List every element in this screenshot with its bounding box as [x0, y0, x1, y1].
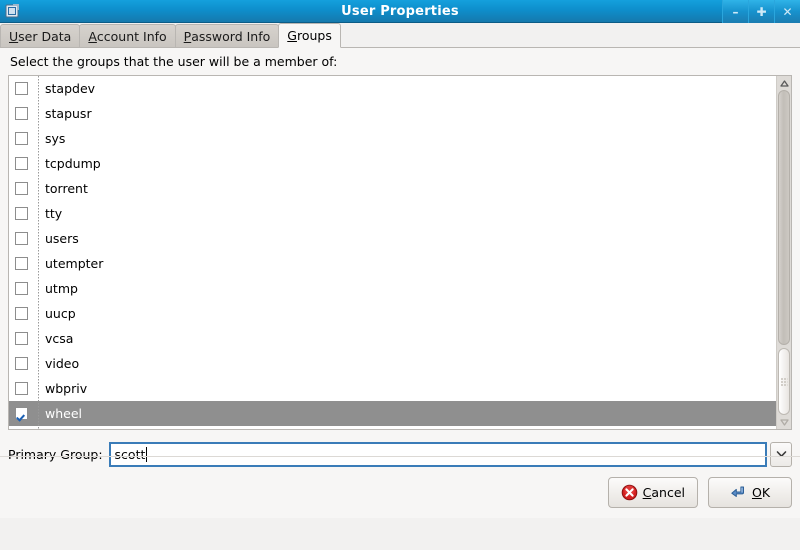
- close-glyph: ✕: [782, 4, 793, 19]
- groups-tab-panel: Select the groups that the user will be …: [0, 48, 800, 518]
- close-button[interactable]: ✕: [774, 0, 800, 23]
- maximize-glyph: ✚: [756, 4, 767, 19]
- ok-label: OK: [752, 485, 770, 500]
- group-row[interactable]: stapdev: [9, 76, 776, 101]
- group-checkbox[interactable]: [15, 232, 28, 245]
- tab-user-data-accel: U: [9, 28, 19, 44]
- maximize-button[interactable]: ✚: [748, 0, 774, 23]
- group-row[interactable]: utmp: [9, 276, 776, 301]
- tab-groups[interactable]: Groups: [278, 23, 341, 48]
- group-checkbox[interactable]: [15, 82, 28, 95]
- scroll-down-arrow-icon[interactable]: [777, 415, 791, 429]
- window-app-icon: [4, 2, 22, 20]
- cancel-label: Cancel: [643, 485, 685, 500]
- primary-group-combo[interactable]: scott: [108, 441, 792, 467]
- tab-account-info-accel: A: [88, 28, 97, 44]
- group-row[interactable]: wbpriv: [9, 376, 776, 401]
- tab-account-info[interactable]: Account Info: [79, 24, 176, 48]
- group-checkbox[interactable]: [15, 182, 28, 195]
- group-name-label: stapusr: [45, 106, 92, 121]
- groups-list-scrollbar[interactable]: [776, 76, 791, 429]
- window-controls: – ✚ ✕: [722, 0, 800, 23]
- user-properties-window: User Properties – ✚ ✕ User Data Account …: [0, 0, 800, 550]
- group-name-label: utempter: [45, 256, 104, 271]
- group-checkbox[interactable]: [15, 157, 28, 170]
- tab-bar: User Data Account Info Password Info Gro…: [0, 23, 800, 48]
- primary-group-label: Primary Group:: [8, 446, 103, 462]
- tab-password-info-accel: P: [183, 28, 192, 44]
- primary-group-input[interactable]: scott: [108, 441, 767, 467]
- cancel-rest: ancel: [651, 485, 685, 500]
- groups-prompt: Select the groups that the user will be …: [10, 54, 338, 69]
- group-row[interactable]: users: [9, 226, 776, 251]
- tab-password-info[interactable]: Password Info: [174, 24, 280, 48]
- group-name-label: tty: [45, 206, 63, 221]
- group-checkbox[interactable]: [15, 107, 28, 120]
- tab-groups-label: roups: [296, 28, 332, 43]
- column-separator: [38, 76, 39, 429]
- ok-accel: O: [751, 485, 762, 500]
- text-cursor: [146, 446, 148, 462]
- group-row[interactable]: sys: [9, 126, 776, 151]
- chevron-down-icon[interactable]: [770, 441, 792, 467]
- group-row[interactable]: vcsa: [9, 326, 776, 351]
- group-row[interactable]: stapusr: [9, 101, 776, 126]
- cancel-button[interactable]: Cancel: [607, 477, 698, 508]
- scrollbar-thumb[interactable]: [778, 348, 790, 415]
- group-checkbox[interactable]: [15, 407, 28, 420]
- group-checkbox[interactable]: [15, 357, 28, 370]
- cancel-icon: [621, 484, 638, 501]
- group-name-label: uucp: [45, 306, 76, 321]
- groups-list-container: stapdev stapusr sys tcpdump torrent tty users u…: [8, 75, 792, 430]
- group-checkbox[interactable]: [15, 382, 28, 395]
- tab-user-data[interactable]: User Data: [0, 24, 81, 48]
- action-separator: [0, 456, 800, 457]
- group-checkbox[interactable]: [15, 132, 28, 145]
- group-name-label: torrent: [45, 181, 88, 196]
- scrollbar-grip: [780, 377, 788, 386]
- group-name-label: sys: [45, 131, 66, 146]
- groups-list[interactable]: stapdev stapusr sys tcpdump torrent tty users u…: [9, 76, 776, 429]
- minimize-button[interactable]: –: [722, 0, 748, 23]
- ok-button[interactable]: OK: [708, 477, 792, 508]
- group-name-label: vcsa: [45, 331, 74, 346]
- group-checkbox[interactable]: [15, 332, 28, 345]
- group-checkbox[interactable]: [15, 282, 28, 295]
- tab-password-info-label: assword Info: [191, 28, 271, 44]
- group-name-label: stapdev: [45, 81, 96, 96]
- group-name-label: video: [45, 356, 80, 371]
- group-name-label: wbpriv: [45, 381, 88, 396]
- minimize-glyph: –: [732, 4, 739, 19]
- scrollbar-thumb-upper[interactable]: [778, 90, 790, 345]
- group-name-label: wheel: [45, 406, 82, 421]
- group-checkbox[interactable]: [15, 207, 28, 220]
- title-bar: User Properties – ✚ ✕: [0, 0, 800, 23]
- ok-rest: K: [761, 485, 771, 500]
- primary-group-value: scott: [114, 446, 146, 462]
- scrollbar-track[interactable]: [777, 90, 791, 415]
- group-row[interactable]: video: [9, 351, 776, 376]
- group-name-label: tcpdump: [45, 156, 101, 171]
- primary-group-row: Primary Group: scott: [8, 439, 792, 469]
- window-title: User Properties: [341, 3, 459, 19]
- group-row[interactable]: uucp: [9, 301, 776, 326]
- group-row[interactable]: wheel: [9, 401, 776, 426]
- tab-account-info-label: ccount Info: [96, 28, 167, 44]
- group-row[interactable]: tcpdump: [9, 151, 776, 176]
- group-checkbox[interactable]: [15, 257, 28, 270]
- enter-key-icon: [730, 484, 747, 501]
- group-checkbox[interactable]: [15, 307, 28, 320]
- group-row[interactable]: tty: [9, 201, 776, 226]
- tab-user-data-label: ser Data: [18, 28, 72, 44]
- group-name-label: utmp: [45, 281, 78, 296]
- group-row[interactable]: utempter: [9, 251, 776, 276]
- scroll-up-arrow-icon[interactable]: [777, 76, 791, 90]
- dialog-action-bar: Cancel OK: [607, 477, 792, 508]
- tab-groups-accel: G: [287, 28, 297, 43]
- group-row[interactable]: torrent: [9, 176, 776, 201]
- group-name-label: users: [45, 231, 79, 246]
